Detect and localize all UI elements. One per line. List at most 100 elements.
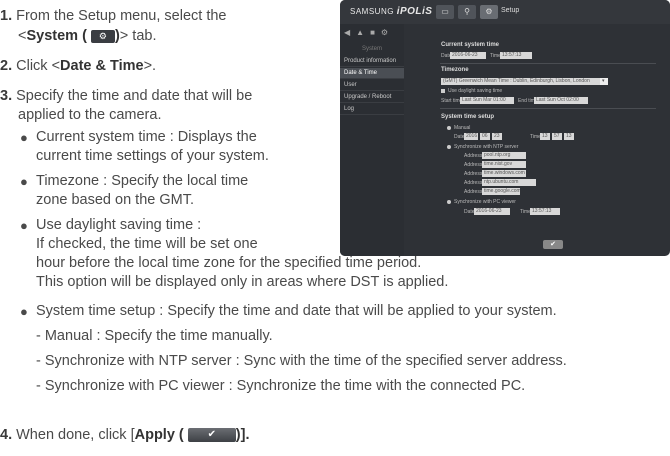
step-4: 4. When done, click [Apply ( ✔)].	[0, 426, 249, 444]
apply-check-icon: ✔	[187, 428, 236, 443]
step-3: 3. Specify the time and date that will b…	[0, 87, 252, 105]
gear-icon: ⚙	[90, 29, 115, 43]
pc-date-field: 2016-06-23	[474, 208, 510, 215]
address-label: Address	[464, 180, 483, 186]
dst-label: Use daylight saving time	[448, 88, 503, 94]
step-text: >.	[143, 58, 157, 74]
manual-label: Manual	[454, 125, 471, 131]
address-label: Address	[464, 189, 483, 195]
divider	[440, 63, 656, 64]
search-icon[interactable]: ⚲	[458, 5, 476, 19]
sidebar-item-user[interactable]: User	[340, 80, 404, 91]
ntp-radio[interactable]	[447, 145, 451, 149]
sub-item-text: - Manual : Specify the time manually.	[36, 328, 273, 344]
bullet-text: current time settings of your system.	[36, 148, 269, 164]
step-text: From the Setup menu, select the	[16, 8, 227, 24]
manual-second-select[interactable]: 13	[564, 133, 574, 140]
step-number: 1.	[0, 8, 13, 24]
timezone-select[interactable]: (GMT) Greenwich Mean Time : Dublin, Edin…	[441, 78, 601, 85]
bullet-text: System time setup : Specify the time and…	[36, 303, 557, 319]
system-icon[interactable]: ⚙	[381, 28, 394, 37]
sidebar-item-product-information[interactable]: Product information	[340, 56, 404, 67]
step-number: 2.	[0, 58, 13, 74]
brand-small: SAMSUNG	[350, 7, 394, 16]
ntp-address-field[interactable]: time.google.com	[482, 188, 520, 195]
setup-screenshot: SAMSUNG iPOLiS ▭ ⚲ ⚙ Setup ◀▲■⚙ System P…	[340, 0, 670, 256]
apply-button[interactable]: ✔	[543, 240, 563, 249]
manual-date-label: Date	[454, 134, 465, 140]
step-text: )].	[235, 427, 250, 443]
step-number: 3.	[0, 88, 13, 104]
sub-item-text: - Synchronize with NTP server : Sync wit…	[36, 353, 567, 369]
manual-hour-select[interactable]: 13	[540, 133, 550, 140]
setup-sidebar: ◀▲■⚙ System Product information Date & T…	[340, 24, 404, 256]
pc-date-label: Date	[464, 209, 475, 215]
divider	[440, 108, 656, 109]
video-icon[interactable]: ◀	[344, 28, 356, 37]
pc-time-field: 13:57:13	[530, 208, 560, 215]
sidebar-icons: ◀▲■⚙	[344, 28, 404, 42]
step-text: Specify the time and date that will be	[16, 88, 253, 104]
bullet-text: Current system time : Displays the	[36, 129, 257, 145]
manual-year-select[interactable]: 2016	[464, 133, 478, 140]
bullet-text: This option will be displayed only in ar…	[36, 274, 449, 290]
dst-checkbox[interactable]	[441, 89, 445, 93]
brand-logo: SAMSUNG iPOLiS	[350, 6, 432, 17]
step-1-line-2: <System ( ⚙)> tab.	[18, 27, 156, 45]
document-page: 1. From the Setup menu, select the <Syst…	[0, 0, 670, 456]
start-time-field[interactable]: Last Sun Mar 01:00	[460, 97, 514, 104]
end-time-field[interactable]: Last Sun Oct 02:00	[534, 97, 588, 104]
system-time-setup-heading: System time setup	[441, 114, 495, 120]
manual-radio[interactable]	[447, 126, 451, 130]
ntp-address-field[interactable]: time.windows.com	[482, 170, 526, 177]
address-label: Address	[464, 162, 483, 168]
pc-viewer-radio[interactable]	[447, 200, 451, 204]
sidebar-item-upgrade-reboot[interactable]: Upgrade / Reboot	[340, 92, 404, 103]
address-label: Address	[464, 153, 483, 159]
current-date-field: 2016-06-23	[450, 52, 486, 59]
setup-title: Setup	[501, 7, 520, 14]
monitor-icon[interactable]: ▭	[436, 5, 454, 19]
bullet-text: If checked, the time will be set one	[36, 236, 258, 252]
timezone-heading: Timezone	[441, 67, 469, 73]
bullet-dot: ●	[20, 174, 28, 189]
ntp-address-field[interactable]: ntp.ubuntu.com	[482, 179, 536, 186]
sidebar-header: System	[361, 46, 382, 52]
top-bar: SAMSUNG iPOLiS ▭ ⚲ ⚙ Setup	[340, 0, 670, 24]
manual-day-select[interactable]: 23	[492, 133, 502, 140]
address-label: Address	[464, 171, 483, 177]
ntp-address-field[interactable]: time.nist.gov	[482, 161, 526, 168]
apply-label: Apply (	[134, 427, 184, 443]
manual-minute-select[interactable]: 57	[552, 133, 562, 140]
ntp-label: Synchronize with NTP server	[454, 144, 519, 150]
bullet-text: Use daylight saving time :	[36, 217, 202, 233]
step-text: Click <	[16, 58, 61, 74]
step-text: When done, click [	[16, 427, 135, 443]
bullet-dot: ●	[20, 304, 28, 319]
ntp-address-field[interactable]: pool.ntp.org	[482, 152, 526, 159]
gear-icon[interactable]: ⚙	[480, 5, 498, 19]
bullet-text: Timezone : Specify the local time	[36, 173, 249, 189]
manual-month-select[interactable]: 06	[480, 133, 490, 140]
sub-item-text: - Synchronize with PC viewer : Synchroni…	[36, 378, 526, 394]
event-icon[interactable]: ■	[370, 28, 381, 37]
step-number: 4.	[0, 427, 13, 443]
network-icon[interactable]: ▲	[356, 28, 370, 37]
current-time-field: 13:57:13	[500, 52, 532, 59]
step-text: > tab.	[119, 28, 157, 44]
step-2: 2. Click <Date & Time>.	[0, 57, 156, 75]
current-system-time-heading: Current system time	[441, 42, 500, 48]
pc-viewer-label: Synchronize with PC viewer	[454, 199, 516, 205]
bullet-dot: ●	[20, 130, 28, 145]
bullet-dot: ●	[20, 218, 28, 233]
brand-big: iPOLiS	[396, 6, 433, 17]
bullet-text: hour before the local time zone for the …	[36, 255, 422, 271]
chevron-down-icon[interactable]: ▾	[600, 78, 608, 85]
sidebar-item-date-time[interactable]: Date & Time	[340, 68, 404, 79]
date-time-label: Date & Time	[60, 58, 144, 74]
bullet-text: zone based on the GMT.	[36, 192, 194, 208]
step-text: applied to the camera.	[18, 107, 162, 123]
sidebar-item-log[interactable]: Log	[340, 104, 404, 115]
step-1: 1. From the Setup menu, select the	[0, 7, 226, 25]
system-tab-label: System (	[26, 28, 87, 44]
